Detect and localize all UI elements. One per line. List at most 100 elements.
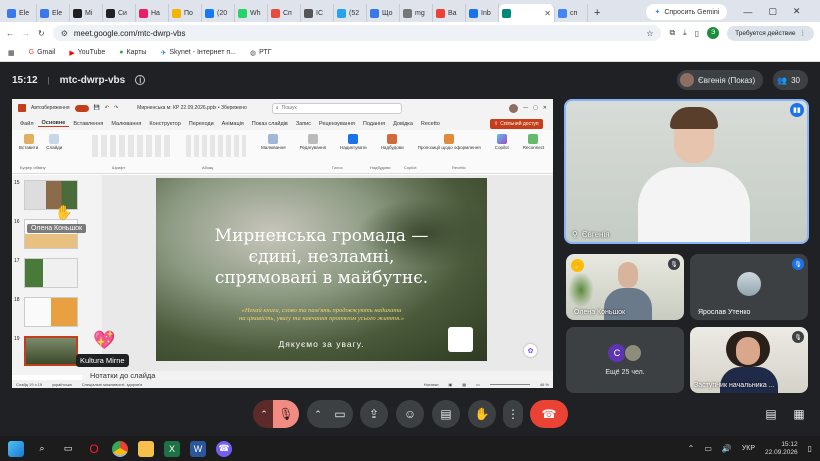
task-view-icon[interactable]: ▭ [60,441,76,457]
thumb-17[interactable] [24,258,78,288]
new-tab-button[interactable]: + [594,7,600,19]
camera-options-button[interactable]: ⌃ [307,400,329,428]
tile-main-speaker[interactable]: ▮▮ ⚲ Євгенія [564,99,809,244]
copilot-button[interactable]: Copilot [492,134,512,150]
browser-tab[interactable]: Ва [433,4,466,22]
search-icon[interactable]: ⌕ [34,441,50,457]
thumb-19-selected[interactable] [24,336,78,366]
redo-icon[interactable]: ↷ [114,105,118,111]
bookmark-rtg[interactable]: ◍ РТГ [250,49,272,57]
ribbon-tab[interactable]: Малювання [107,121,145,127]
reconnect-button[interactable]: Reconnect [520,134,548,150]
bookmark-gmail[interactable]: G Gmail [29,49,56,56]
view-sorter-icon[interactable]: ▦ [462,382,466,387]
ppt-close-icon[interactable]: ✕ [543,105,547,111]
ppt-maximize-icon[interactable]: ▢ [533,105,538,111]
input-language[interactable]: УКР [742,445,755,452]
camera-toggle-button[interactable]: ▭ [327,400,353,428]
ppt-search[interactable]: ⌕ Пошук [271,102,402,114]
reload-icon[interactable]: ↻ [38,29,45,38]
ribbon-tab[interactable]: Переходи [185,121,218,127]
thumb-18[interactable] [24,297,78,327]
slides-button[interactable]: Слайди [43,134,65,150]
tile-yaroslav[interactable]: 🎙 Ярослав Утенко [690,254,808,320]
leave-call-button[interactable]: ☎ [530,400,568,428]
info-icon[interactable]: i [135,75,146,85]
tile-more-participants[interactable]: С Ещё 25 чел. [566,327,684,393]
zoom-slider[interactable] [489,383,530,385]
browser-tab[interactable]: Що [367,4,400,22]
undo-icon[interactable]: ↶ [105,105,109,111]
browser-tab[interactable]: Inb [466,4,499,22]
captions-button[interactable]: ▤ [432,400,460,428]
browser-tab[interactable]: Ele [4,4,37,22]
browser-tab[interactable]: Ele [37,4,70,22]
browser-tab[interactable]: сп [555,4,588,22]
browser-tab[interactable]: Си [103,4,136,22]
apps-icon[interactable]: ▦ [8,49,15,57]
browser-tab[interactable]: Wh [235,4,268,22]
action-required-button[interactable]: Требуется действие ⋮ [727,25,814,41]
bookmark-star-icon[interactable]: ☆ [646,29,653,38]
taskbar-clock[interactable]: 15:12 22.09.2026 [765,441,798,457]
browser-tab[interactable]: (20 [202,4,235,22]
notes-bar[interactable]: Нотатки до слайда [82,371,553,380]
addins-button[interactable]: Надбудови [378,134,407,150]
paste-button[interactable]: Вставити [16,134,41,150]
volume-icon[interactable]: 🔊 [722,444,732,453]
view-reading-icon[interactable]: ▭ [476,382,480,387]
designer-button[interactable]: Пропозиції щодо оформлення [415,134,484,150]
bookmark-maps[interactable]: ● Карты [119,49,146,56]
copilot-float-icon[interactable]: ✿ [524,344,537,357]
ribbon-tab[interactable]: Основне [37,120,70,127]
ribbon-tab[interactable]: Довідка [389,121,417,127]
ribbon-tab[interactable]: Вставлення [69,121,107,127]
participants-chip[interactable]: 👥 30 [773,70,808,90]
ribbon-tab[interactable]: Recetto [417,121,444,127]
site-info-icon[interactable]: ⚙ [61,29,68,38]
ribbon-tab[interactable]: Запис [292,121,315,127]
download-icon[interactable]: ⤓ [683,28,687,38]
ppt-minimize-icon[interactable]: — [523,105,528,111]
more-options-button[interactable]: ⋮ [503,400,523,428]
network-icon[interactable]: ▭ [704,444,712,453]
view-normal-icon[interactable]: ▣ [449,382,453,387]
gemini-button[interactable]: ✦ Спросить Gemini [646,4,728,20]
browser-tab[interactable]: По [169,4,202,22]
chrome-icon[interactable] [112,440,128,457]
tab-close-icon[interactable]: ✕ [544,9,551,18]
ribbon-tab[interactable]: Показ слайдів [248,121,292,127]
reactions-button[interactable]: ☺ [396,400,424,428]
font-controls[interactable] [92,135,172,157]
back-icon[interactable]: ← [6,29,14,38]
close-window-icon[interactable]: ✕ [793,6,801,17]
sidepanel-icon[interactable]: ▯ [695,29,699,38]
ribbon-tab[interactable]: Подання [359,121,389,127]
windows-start-icon[interactable] [8,440,24,457]
browser-tab[interactable]: Mi [70,4,103,22]
ribbon-tab[interactable]: Файл [16,121,38,127]
minimize-icon[interactable]: — [743,7,752,17]
extensions-icon[interactable]: ⧉ [669,28,675,38]
bookmark-youtube[interactable]: ▶ YouTube [69,49,105,57]
mic-toggle-button[interactable]: 🎙 [273,400,299,428]
notifications-icon[interactable]: ▯ [808,444,812,453]
opera-icon[interactable]: O [86,441,102,457]
current-slide[interactable]: Мирненська громада — єдині, незламні, сп… [156,178,487,361]
ribbon-tab[interactable]: Рецензування [315,121,359,127]
presenter-chip[interactable]: Євгенія (Показ) [676,70,764,90]
explorer-icon[interactable] [138,440,154,457]
activities-button[interactable]: ▦ [788,400,810,428]
drawing-button[interactable]: Малювання [258,134,289,150]
tray-chevron-icon[interactable]: ⌃ [688,444,695,453]
browser-tab[interactable]: IC [301,4,334,22]
ribbon-tab[interactable]: Конструктор [145,121,184,127]
url-field[interactable]: ⚙ meet.google.com/mtc-dwrp-vbs ☆ [52,25,662,41]
profile-avatar[interactable]: Э [707,27,720,39]
paragraph-controls[interactable] [186,135,246,157]
share-button[interactable]: ⇪ Спільний доступ [490,119,543,129]
dictate-button[interactable]: Надиктувати [337,134,370,150]
present-button[interactable]: ⇪ [360,400,388,428]
browser-tab[interactable]: ✕ [499,4,555,22]
ppt-user-avatar[interactable] [509,103,519,113]
